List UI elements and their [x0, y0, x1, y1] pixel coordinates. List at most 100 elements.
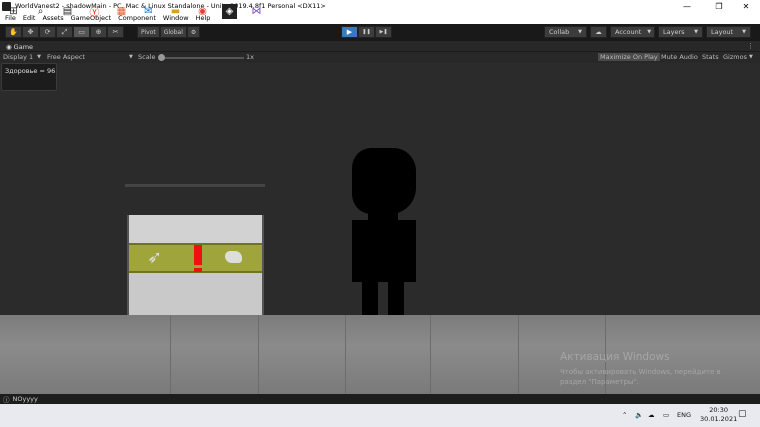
character-right-leg	[388, 280, 404, 316]
chrome-icon[interactable]: ◉	[195, 4, 210, 19]
game-view-icon: ◉	[6, 43, 12, 51]
collab-dropdown[interactable]: Collab ▼	[544, 26, 587, 38]
floor-seam	[258, 315, 259, 394]
battery-icon[interactable]: ▭	[663, 411, 669, 419]
character-left-leg	[362, 280, 378, 316]
chevron-down-icon: ▼	[647, 29, 652, 35]
character-head	[352, 148, 416, 214]
step-button[interactable]: ▶❚	[375, 26, 392, 38]
layers-dropdown[interactable]: Layers ▼	[658, 26, 703, 38]
pivot-button[interactable]: Pivot	[137, 26, 160, 38]
global-button[interactable]: Global	[159, 26, 187, 38]
collab-group: Collab ▼ ☁ Account ▼ Layers ▼ Layout ▼	[544, 26, 751, 38]
move-tool-icon[interactable]: ✥	[22, 26, 39, 38]
game-view-controls: Display 1 ▼ Free Aspect ▼ Scale 1x Maximiz…	[0, 52, 760, 63]
volume-icon[interactable]: 🔈	[635, 411, 643, 419]
gizmos-label: Gizmos	[723, 53, 747, 61]
scale-tool-icon[interactable]: ⤢	[56, 26, 73, 38]
layers-label: Layers	[663, 28, 685, 36]
aspect-label: Free Aspect	[47, 53, 85, 61]
layout-dropdown[interactable]: Layout ▼	[706, 26, 751, 38]
scale-label: Scale	[138, 53, 156, 61]
scale-slider-track[interactable]	[162, 57, 244, 59]
close-button[interactable]: ✕	[731, 0, 760, 12]
clock[interactable]: 20:30 30.01.2021	[700, 406, 737, 424]
tab-game-label: Game	[13, 43, 34, 51]
character-body	[352, 220, 416, 282]
maximize-on-play-toggle[interactable]: Maximize On Play	[598, 53, 660, 61]
language-indicator[interactable]: ENG	[677, 411, 691, 419]
chevron-down-icon: ▼	[742, 29, 746, 35]
chevron-down-icon: ▼	[128, 54, 133, 60]
aspect-dropdown[interactable]: Free Aspect ▼	[47, 53, 133, 61]
scale-slider-handle[interactable]	[158, 54, 165, 61]
display-label: Display 1	[3, 53, 34, 61]
snap-settings-icon[interactable]: ⚙	[186, 26, 201, 38]
transform-tool-icon[interactable]: ⊕	[90, 26, 107, 38]
yandex-browser-icon[interactable]: Ⓨ	[87, 4, 102, 19]
game-viewport[interactable]: Здоровье = 96 ➶ Активация Windows Чтобы …	[0, 63, 760, 394]
playback-controls: ▶ ❚❚ ▶❚	[341, 26, 392, 38]
health-panel: Здоровье = 96	[1, 63, 57, 91]
transform-tools: ✋ ✥ ⟳ ⤢ ▭ ⊕ ✂	[5, 26, 124, 38]
player-shadow-character	[350, 148, 416, 318]
game-tab-strip: ◉ Game ⋮	[0, 41, 760, 52]
file-explorer-icon[interactable]: ▬	[168, 4, 183, 19]
rotate-tool-icon[interactable]: ⟳	[39, 26, 56, 38]
store-icon[interactable]: ▦	[114, 4, 129, 19]
info-icon: ⓘ	[3, 396, 10, 404]
console-message: NOyyyy	[12, 395, 38, 403]
account-label: Account	[615, 28, 642, 36]
rect-tool-icon[interactable]: ▭	[73, 26, 90, 38]
layout-label: Layout	[711, 28, 734, 36]
floor-seam	[518, 315, 519, 394]
chevron-down-icon: ▼	[748, 54, 753, 60]
cloud-button[interactable]: ☁	[590, 26, 607, 38]
activation-line-2: раздел "Параметры".	[560, 378, 639, 386]
tray-chevron-icon[interactable]: ⌃	[622, 411, 627, 419]
visual-studio-icon[interactable]: ⋈	[249, 4, 264, 19]
pivot-toggles: Pivot Global ⚙	[137, 26, 201, 38]
chevron-down-icon: ▼	[37, 54, 42, 60]
minimize-button[interactable]: —	[672, 0, 702, 12]
pause-button[interactable]: ❚❚	[358, 26, 375, 38]
clock-time: 20:30	[709, 406, 728, 414]
floor-seam	[430, 315, 431, 394]
windows-start-icon[interactable]: ⊞	[6, 4, 21, 19]
chevron-down-icon: ▼	[578, 29, 582, 35]
pivot-label: Pivot	[141, 28, 156, 36]
cloud-icon: ☁	[595, 28, 602, 36]
floor-seam	[170, 315, 171, 394]
health-text: Здоровье = 96	[5, 67, 56, 75]
custom-tool-icon[interactable]: ✂	[107, 26, 124, 38]
windows-taskbar	[0, 404, 760, 427]
display-dropdown[interactable]: Display 1 ▼	[3, 53, 41, 61]
network-icon[interactable]: ☁	[648, 411, 655, 419]
search-icon[interactable]: ⌕	[33, 4, 48, 19]
clock-date: 30.01.2021	[700, 415, 738, 423]
console-status-bar[interactable]: ⓘ NOyyyy	[0, 394, 760, 404]
treasure-chest-sprite: ➶	[127, 215, 264, 318]
gizmos-dropdown[interactable]: Gizmos ▼	[723, 53, 753, 61]
floor-seam	[345, 315, 346, 394]
chevron-down-icon: ▼	[694, 29, 698, 35]
play-button[interactable]: ▶	[341, 26, 358, 38]
account-dropdown[interactable]: Account ▼	[610, 26, 655, 38]
activation-title: Активация Windows	[560, 351, 670, 363]
mail-icon[interactable]: ✉	[141, 4, 156, 19]
collab-label: Collab	[549, 28, 570, 36]
tab-game[interactable]: ◉ Game	[2, 42, 37, 52]
chest-lid-shadow	[125, 184, 265, 187]
stats-toggle[interactable]: Stats	[702, 53, 719, 61]
windows-activation-watermark: Активация Windows Чтобы активировать Win…	[560, 351, 721, 387]
scale-value: 1x	[246, 53, 254, 61]
hand-tool-icon[interactable]: ✋	[5, 26, 22, 38]
tab-menu-icon[interactable]: ⋮	[747, 42, 754, 50]
task-view-icon[interactable]: ▤	[60, 4, 75, 19]
restore-button[interactable]: ❐	[704, 0, 734, 12]
chest-outline	[127, 215, 264, 318]
notification-icon[interactable]: ▢	[738, 409, 747, 419]
unity-taskbar-icon[interactable]: ◈	[222, 4, 237, 19]
mute-audio-toggle[interactable]: Mute Audio	[661, 53, 698, 61]
activation-line-1: Чтобы активировать Windows, перейдите в	[560, 368, 721, 376]
